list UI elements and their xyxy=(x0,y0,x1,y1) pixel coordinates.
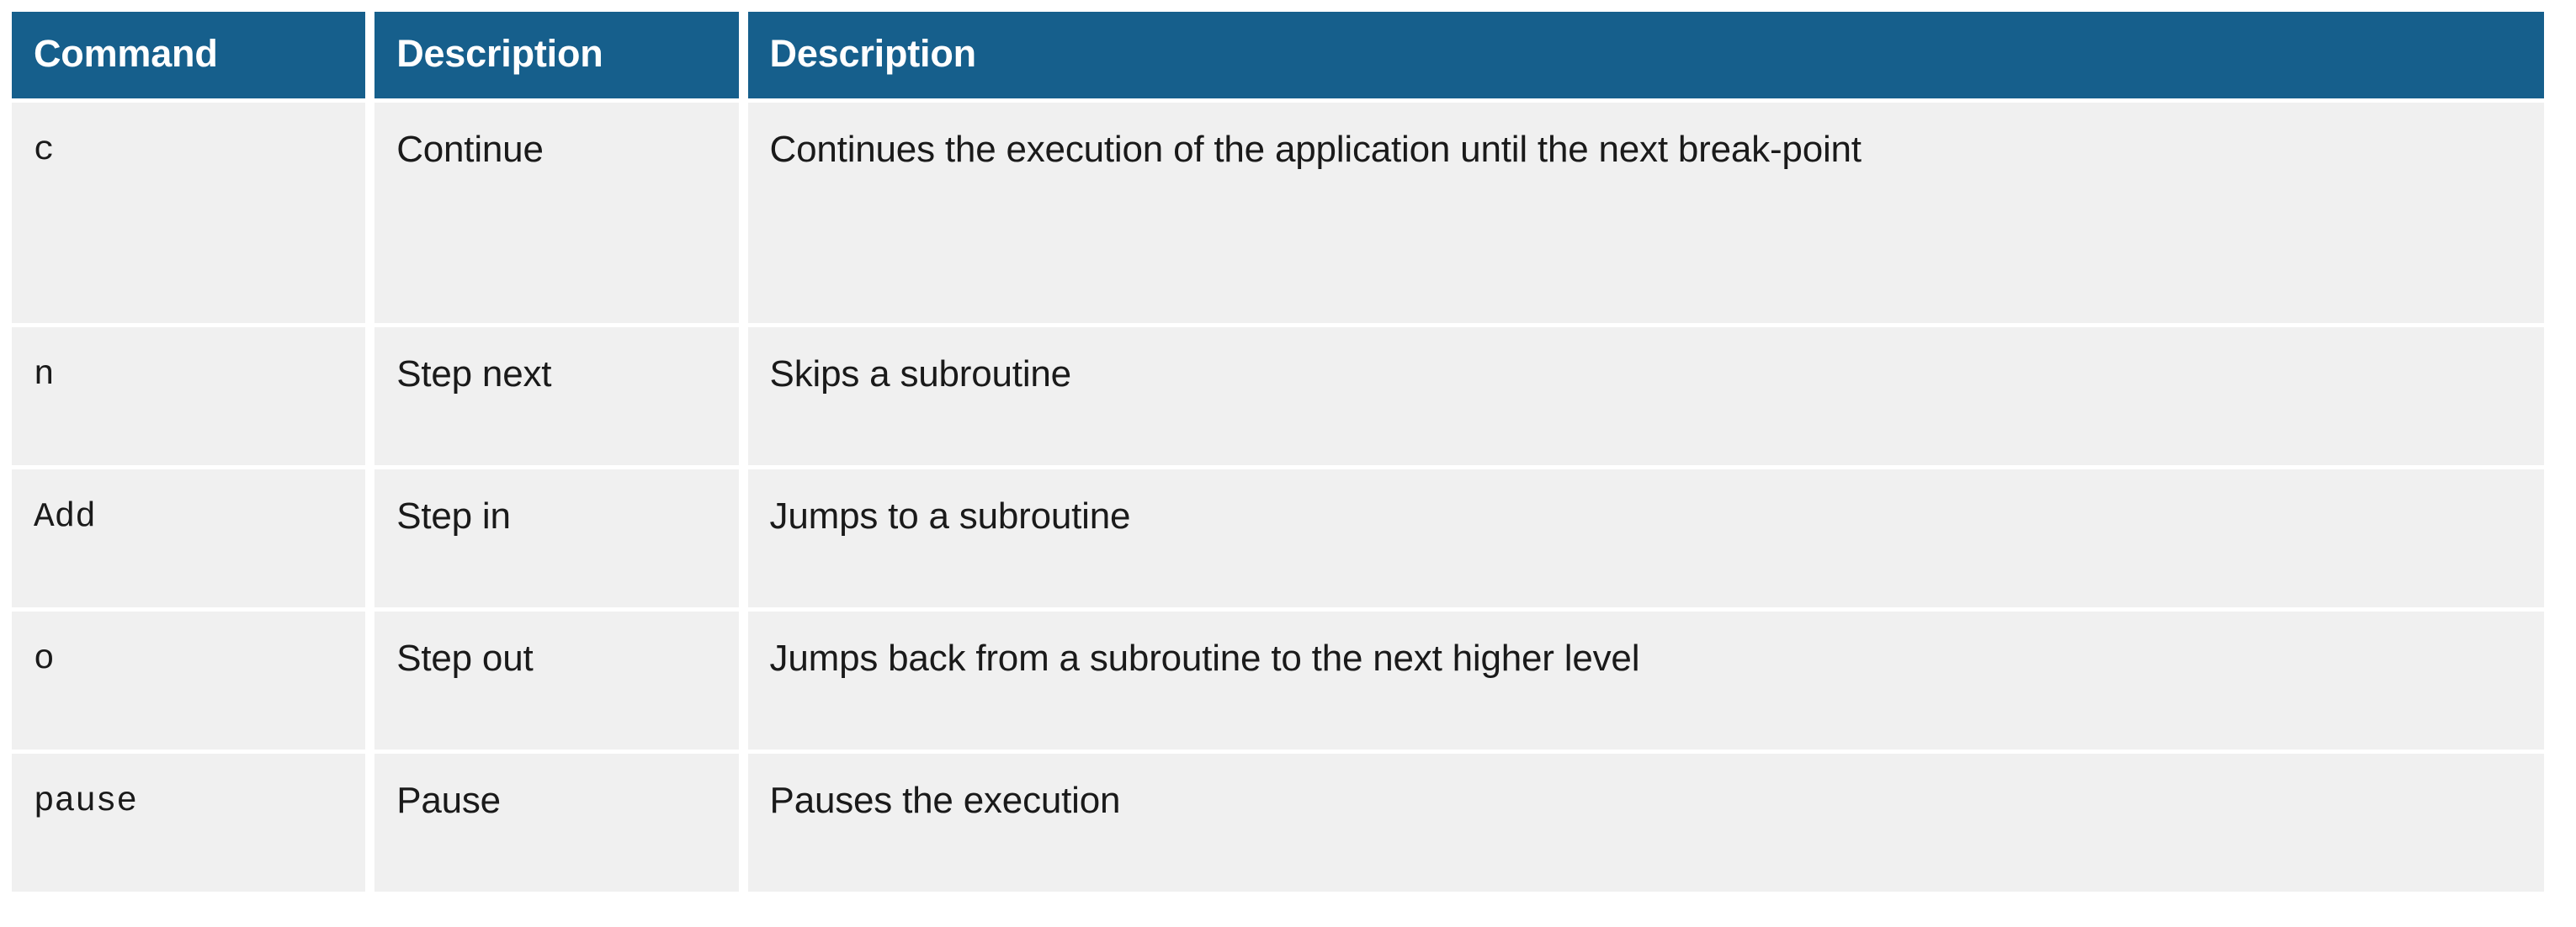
table-header: Command Description Description xyxy=(12,12,2544,99)
cell-description-long-text: Continues the execution of the applicati… xyxy=(769,129,1862,171)
cell-description-long-text: Skips a subroutine xyxy=(769,353,1072,395)
cell-description-short: Continue xyxy=(374,103,739,324)
table-row: Add Step in Jumps to a subroutine xyxy=(12,469,2544,608)
table-row: pause Pause Pauses the execution xyxy=(12,754,2544,893)
cell-description-long: Jumps back from a subroutine to the next… xyxy=(747,612,2544,750)
table-body: c Continue Continues the execution of th… xyxy=(12,103,2544,893)
cell-description-long-text: Pauses the execution xyxy=(769,780,1121,822)
cell-command: n xyxy=(12,327,366,466)
column-header-command: Command xyxy=(12,12,366,99)
cell-description-long-text: Jumps to a subroutine xyxy=(769,495,1131,538)
cell-description-short: Pause xyxy=(374,754,739,893)
table-row: n Step next Skips a subroutine xyxy=(12,327,2544,466)
cell-command: c xyxy=(12,103,366,324)
cell-description-long: Pauses the execution xyxy=(747,754,2544,893)
table-row: o Step out Jumps back from a subroutine … xyxy=(12,612,2544,750)
table-row: c Continue Continues the execution of th… xyxy=(12,103,2544,324)
cell-description-short: Step next xyxy=(374,327,739,466)
debugger-commands-table-container: Command Description Description c Contin… xyxy=(12,12,2563,893)
column-header-description-short: Description xyxy=(374,12,739,99)
cell-description-long: Skips a subroutine xyxy=(747,327,2544,466)
cell-description-short: Step in xyxy=(374,469,739,608)
cell-command: pause xyxy=(12,754,366,893)
cell-description-short: Step out xyxy=(374,612,739,750)
cell-command: Add xyxy=(12,469,366,608)
cell-description-long: Continues the execution of the applicati… xyxy=(747,103,2544,324)
column-header-description-long: Description xyxy=(747,12,2544,99)
table-header-row: Command Description Description xyxy=(12,12,2544,99)
cell-command: o xyxy=(12,612,366,750)
cell-description-long: Jumps to a subroutine xyxy=(747,469,2544,608)
debugger-commands-table: Command Description Description c Contin… xyxy=(3,8,2553,896)
cell-description-long-text: Jumps back from a subroutine to the next… xyxy=(769,638,1640,680)
